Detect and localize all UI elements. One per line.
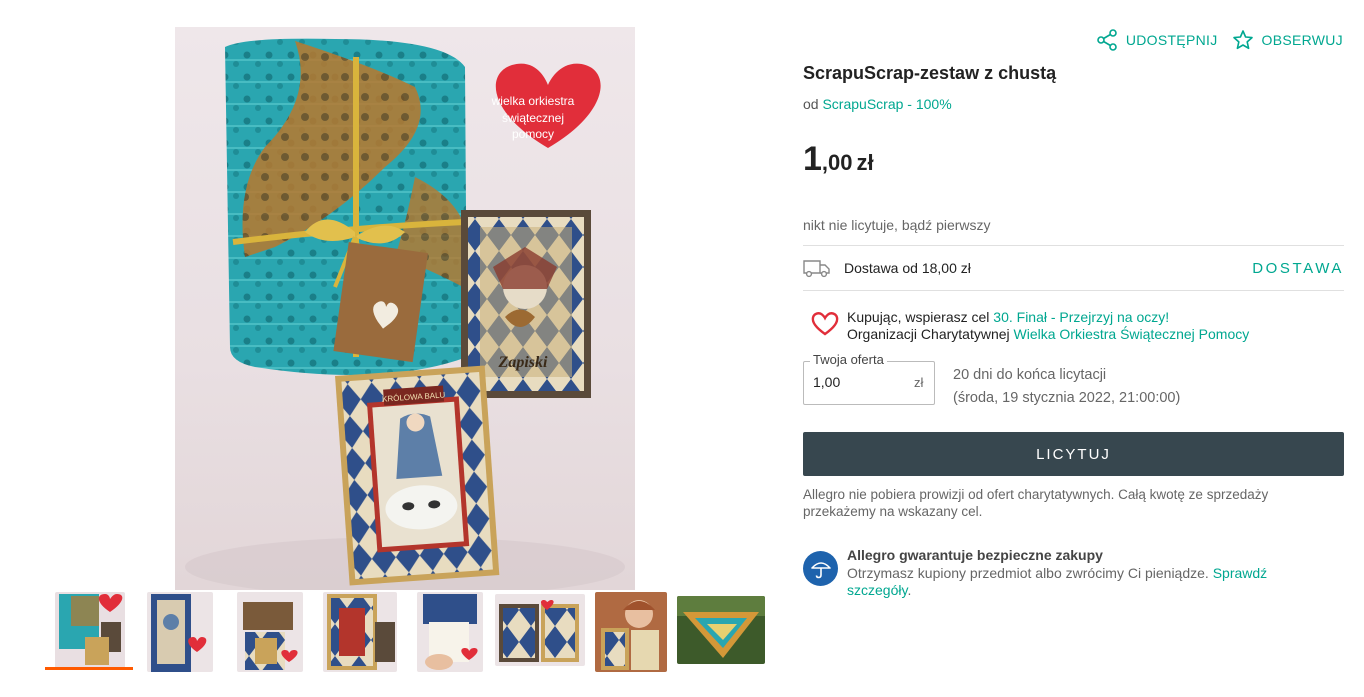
thumbnail-3[interactable] — [237, 592, 303, 672]
watch-button[interactable]: OBSERWUJ — [1232, 29, 1344, 51]
auction-end-info: 20 dni do końca licytacji (środa, 19 sty… — [953, 364, 1180, 410]
bids-status: nikt nie licytuje, bądź pierwszy — [803, 217, 991, 233]
delivery-text: Dostawa od 18,00 zł — [844, 260, 971, 276]
charity-goal-link[interactable]: 30. Finał - Przejrzyj na oczy! — [993, 309, 1169, 325]
thumbnail-5[interactable] — [417, 592, 483, 672]
price-integer: 1 — [803, 140, 822, 178]
end-date: (środa, 19 stycznia 2022, 21:00:00) — [953, 390, 1181, 406]
heart-sign-line-3: pomocy — [512, 127, 554, 141]
purchase-guarantee: Allegro gwarantuje bezpieczne zakupy Otr… — [803, 547, 1317, 600]
heart-sign-line-1: wielka orkiestra — [491, 94, 575, 108]
seller-prefix: od — [803, 96, 819, 112]
charity-line2-text: Organizacji Charytatywnej — [847, 326, 1010, 342]
thumbnail-strip — [45, 590, 775, 674]
share-label: UDOSTĘPNIJ — [1125, 32, 1218, 48]
guarantee-text: Otrzymasz kupiony przedmiot albo zwrócim… — [847, 564, 1209, 581]
bid-currency-unit: zł — [914, 375, 924, 390]
share-icon — [1097, 29, 1117, 51]
heart-sign-line-2: świątecznej — [502, 111, 564, 125]
umbrella-icon — [803, 551, 838, 586]
charity-line1-text: Kupując, wspierasz cel — [847, 309, 990, 325]
bid-field-label: Twoja oferta — [810, 352, 887, 367]
charity-info: Kupując, wspierasz cel 30. Finał - Przej… — [810, 309, 1249, 343]
product-title: ScrapuScrap-zestaw z chustą — [803, 63, 1057, 83]
main-product-photo[interactable]: wielka orkiestra świątecznej pomocy Zapi… — [175, 27, 635, 590]
card-title-text: Zapiski — [498, 354, 548, 371]
share-watch-actions: UDOSTĘPNIJ OBSERWUJ — [1096, 29, 1343, 51]
divider — [803, 290, 1344, 291]
bid-button[interactable]: LICYTUJ — [803, 432, 1344, 476]
guarantee-title: Allegro gwarantuje bezpieczne zakupy — [847, 547, 1103, 563]
delivery-link[interactable]: DOSTAWA — [1252, 260, 1344, 277]
thumbnail-6[interactable] — [495, 594, 585, 666]
seller-line: od ScrapuScrap - 100% — [803, 96, 952, 112]
time-left: 20 dni do końca licytacji — [953, 367, 1107, 383]
thumbnail-7[interactable] — [595, 592, 667, 672]
watch-label: OBSERWUJ — [1261, 32, 1343, 48]
delivery-row: Dostawa od 18,00 zł DOSTAWA — [803, 246, 1344, 290]
share-button[interactable]: UDOSTĘPNIJ — [1096, 29, 1218, 51]
heart-icon — [811, 312, 839, 336]
star-icon — [1232, 30, 1253, 50]
price-decimal: ,00 — [821, 150, 853, 175]
commission-note: Allegro nie pobiera prowizji od ofert ch… — [803, 487, 1269, 519]
thumbnail-4[interactable] — [323, 592, 397, 672]
guarantee-trailing-dot: . — [907, 582, 912, 598]
thumbnail-8[interactable] — [677, 596, 765, 664]
price: 1,00 zł — [803, 140, 874, 179]
thumbnail-2[interactable] — [147, 592, 213, 672]
bid-amount-input[interactable] — [813, 374, 903, 390]
thumbnail-1[interactable] — [55, 592, 125, 672]
seller-link[interactable]: ScrapuScrap - 100% — [822, 96, 951, 112]
charity-organization-link[interactable]: Wielka Orkiestra Świątecznej Pomocy — [1014, 326, 1250, 342]
price-currency: zł — [856, 150, 874, 175]
truck-icon — [803, 260, 830, 278]
